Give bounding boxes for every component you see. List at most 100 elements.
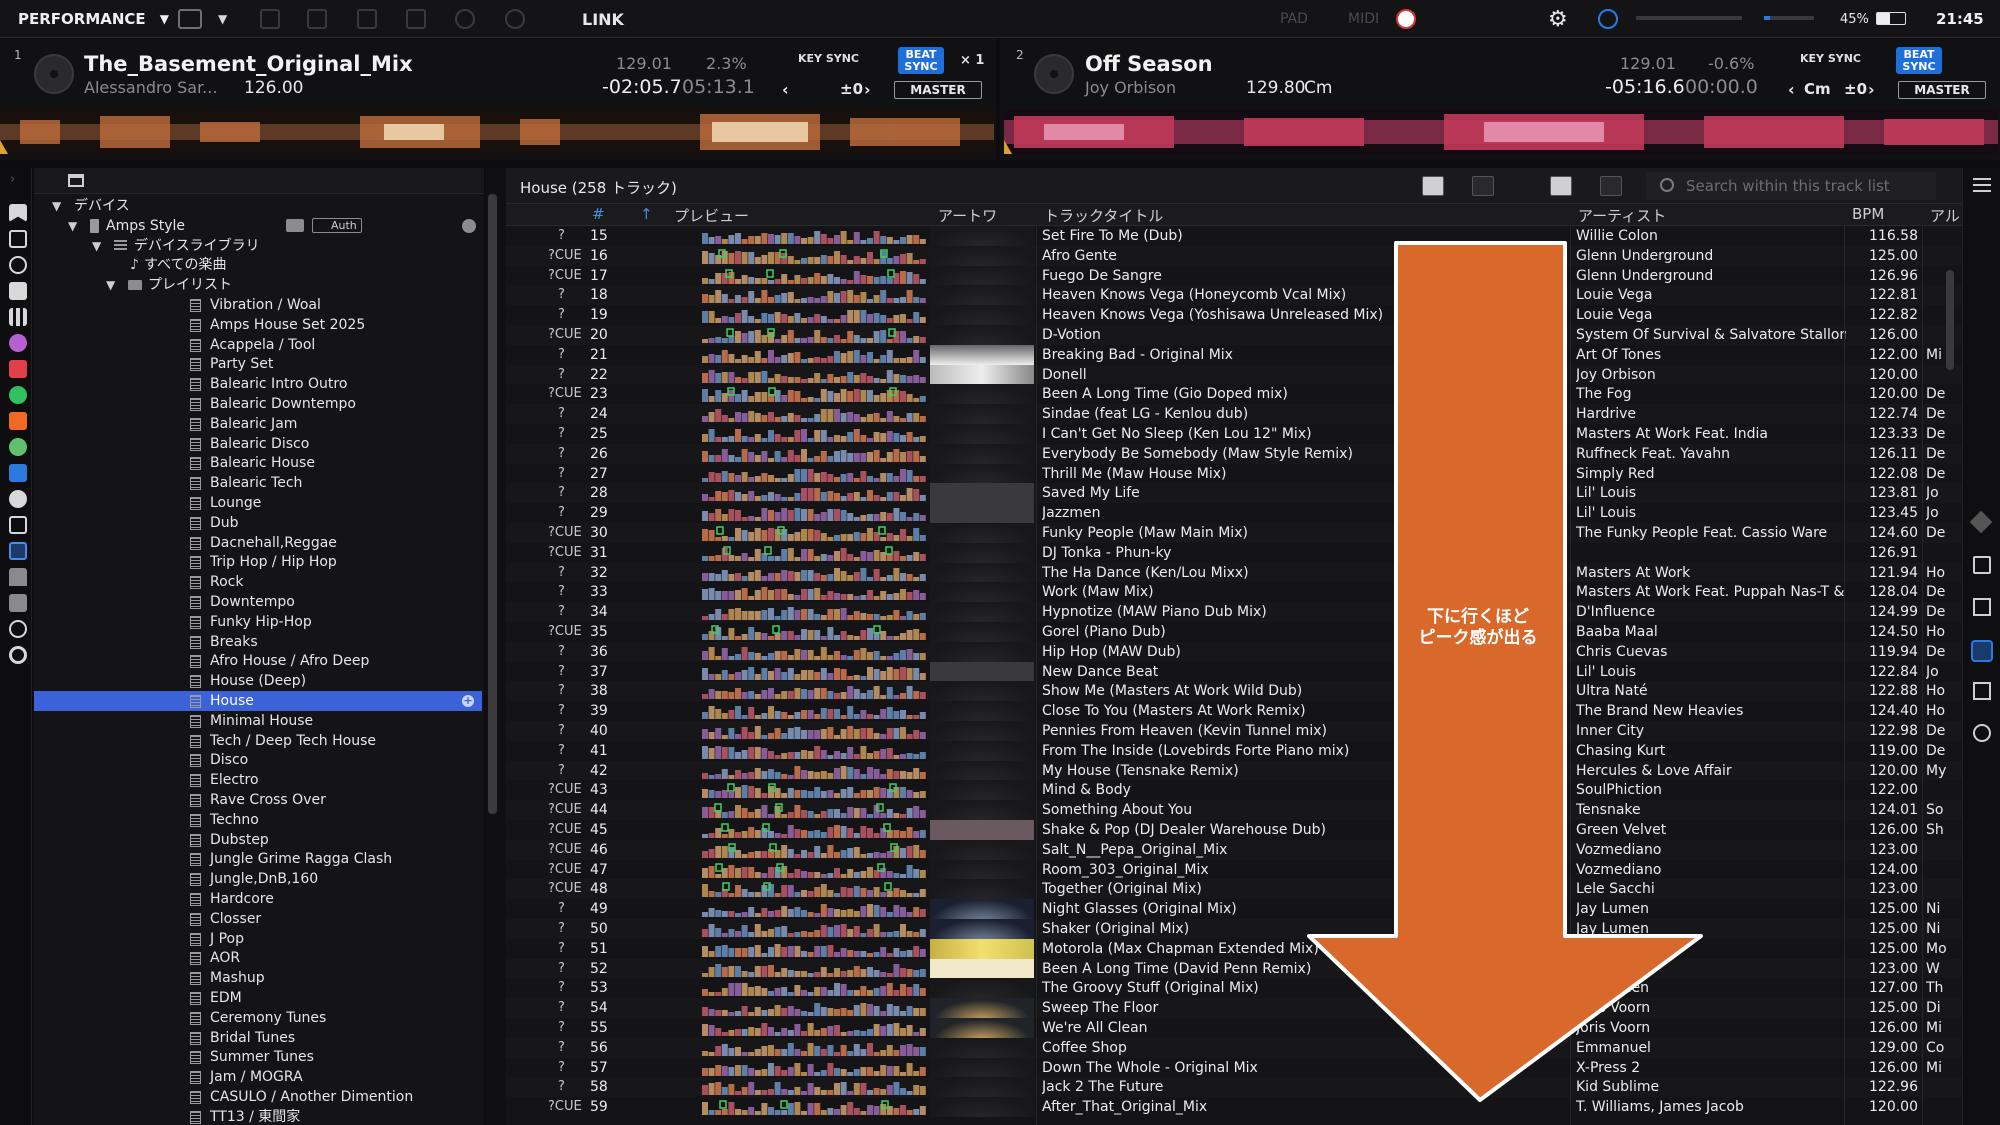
preview-waveform[interactable] — [702, 703, 928, 720]
track-row[interactable]: ? 15 Set Fire To Me (Dub) Willie Colon 116.5… — [506, 226, 1962, 246]
beatport-icon[interactable] — [9, 438, 27, 456]
track-row[interactable]: ? 25 I Can't Get No Sleep (Ken Lou 12" Mix… — [506, 424, 1962, 444]
playlist-item[interactable]: Hardcore — [34, 889, 482, 909]
panel-icon[interactable] — [1973, 682, 1991, 700]
track-row[interactable]: ? 38 Show Me (Masters At Work Wild Dub) Ult… — [506, 681, 1962, 702]
track-row[interactable]: ?CUE 16 Afro Gente Glenn Underground 125.00 — [506, 245, 1962, 266]
preview-waveform[interactable] — [702, 683, 928, 700]
track-row[interactable]: ? 24 Sindae (feat LG - Kenlou dub) Hardrive… — [506, 404, 1962, 424]
network-icon[interactable] — [9, 490, 27, 508]
preview-waveform[interactable] — [702, 1020, 928, 1036]
preview-waveform[interactable] — [702, 862, 928, 878]
playlist-item[interactable]: House (Deep) — [34, 671, 482, 691]
playlist-item[interactable]: Rock — [34, 572, 482, 592]
playlist-item[interactable]: House + — [34, 691, 482, 711]
key-up-icon[interactable]: › — [1868, 80, 1875, 99]
preview-waveform[interactable] — [702, 1099, 928, 1116]
playlist-item[interactable]: Techno — [34, 810, 482, 830]
search-input[interactable]: Search within this track list — [1646, 172, 1936, 200]
track-row[interactable]: ? 40 Pennies From Heaven (Kevin Tunnel mix… — [506, 721, 1962, 741]
playlist-item[interactable]: Balearic Jam — [34, 414, 482, 434]
eject-icon[interactable] — [462, 218, 476, 233]
col-number[interactable]: # — [592, 205, 605, 223]
sampler-icon[interactable] — [307, 9, 327, 29]
history-icon[interactable] — [9, 620, 27, 638]
jog-icon[interactable] — [1034, 54, 1074, 94]
preview-waveform[interactable] — [702, 664, 928, 680]
playlist-item[interactable]: Dacnehall,Reggae — [34, 533, 482, 553]
preview-waveform[interactable] — [702, 1040, 928, 1056]
track-row[interactable]: ? 54 Sweep The Floor Joris Voorn 125.00 Di — [506, 998, 1962, 1018]
expand-triangle-icon[interactable]: ▼ — [106, 275, 115, 295]
deck-1-waveform[interactable] — [0, 110, 994, 154]
playlist-item[interactable]: Ceremony Tunes — [34, 1008, 482, 1028]
deck-2-waveform[interactable] — [1004, 110, 1998, 154]
preview-waveform[interactable] — [702, 584, 928, 601]
preview-waveform[interactable] — [702, 763, 928, 779]
track-row[interactable]: ? 19 Heaven Knows Vega (Yoshisawa Unreleas… — [506, 305, 1962, 325]
track-row[interactable]: ?CUE 17 Fuego De Sangre Glenn Underground 12… — [506, 265, 1962, 286]
track-row[interactable]: ?CUE 59 After_That_Original_Mix T. Williams… — [506, 1097, 1962, 1117]
preview-waveform[interactable] — [702, 545, 928, 561]
playlist-icon[interactable] — [9, 282, 27, 300]
sort-ascending-icon[interactable]: ↑ — [640, 205, 653, 223]
playlist-item[interactable]: Balearic House — [34, 453, 482, 473]
playlist-item[interactable]: Downtempo — [34, 592, 482, 612]
preview-waveform[interactable] — [702, 901, 928, 918]
preview-waveform[interactable] — [702, 367, 928, 383]
track-row[interactable]: ?CUE 45 Shake & Pop (DJ Dealer Warehouse D… — [506, 820, 1962, 840]
track-row[interactable]: ? 55 We're All Clean Joris Voorn 126.00 Mi — [506, 1018, 1962, 1038]
tree-device-library[interactable]: ▼ デバイスライブラリ — [34, 236, 482, 256]
user-icon[interactable] — [505, 9, 525, 29]
collection-icon[interactable] — [9, 230, 27, 248]
link-button[interactable]: LINK — [582, 0, 624, 38]
preview-waveform[interactable] — [702, 782, 928, 799]
menu-icon[interactable] — [1973, 178, 1991, 192]
key-down-icon[interactable]: ‹ — [1788, 80, 1795, 99]
related-icon[interactable] — [1973, 598, 1991, 616]
monitor-icon[interactable] — [9, 516, 27, 534]
track-row[interactable]: ? 56 Coffee Shop Emmanuel 129.00 Co — [506, 1037, 1962, 1058]
playlist-item[interactable]: TT13 / 東間家 — [34, 1107, 482, 1125]
playlist-item[interactable]: Jungle,DnB,160 — [34, 869, 482, 889]
preview-waveform[interactable] — [702, 1079, 928, 1096]
grid-view-icon[interactable] — [9, 308, 27, 326]
preview-waveform[interactable] — [702, 327, 928, 343]
preview-waveform[interactable] — [702, 961, 928, 977]
preview-waveform[interactable] — [702, 980, 928, 997]
col-artist[interactable]: アーティスト — [1578, 205, 1666, 226]
preview-waveform[interactable] — [702, 1000, 928, 1017]
preview-waveform[interactable] — [702, 248, 928, 264]
device-icon[interactable] — [9, 542, 27, 560]
track-row[interactable]: ? 26 Everybody Be Somebody (Maw Style Remi… — [506, 443, 1962, 464]
track-row[interactable]: ? 34 Hypnotize (MAW Piano Dub Mix) D'Influe… — [506, 602, 1962, 622]
col-bpm[interactable]: BPM — [1852, 205, 1884, 223]
preview-waveform[interactable] — [702, 287, 928, 304]
tree-all-tracks[interactable]: ♪ すべての楽曲 — [34, 255, 482, 275]
beatsource-icon[interactable] — [9, 464, 27, 482]
track-row[interactable]: ? 58 Jack 2 The Future Kid Sublime 122.96 — [506, 1077, 1962, 1098]
track-row[interactable]: ? 51 Motorola (Max Chapman Extended Mix) Ci… — [506, 938, 1962, 959]
track-row[interactable]: ? 42 My House (Tensnake Remix) Hercules & L… — [506, 760, 1962, 781]
preview-waveform[interactable] — [702, 881, 928, 898]
playlist-item[interactable]: Balearic Downtempo — [34, 394, 482, 414]
preview-waveform[interactable] — [702, 624, 928, 640]
beat-sync-button[interactable]: BEAT SYNC — [898, 47, 944, 74]
lock-icon[interactable] — [9, 568, 27, 586]
track-row[interactable]: ? 36 Hip Hop (MAW Dub) Chris Cuevas 119.94 De — [506, 641, 1962, 662]
beat-sync-button[interactable]: BEAT SYNC — [1896, 47, 1942, 74]
expand-icon[interactable]: › — [10, 172, 15, 187]
track-list-scrollbar[interactable] — [1946, 270, 1954, 370]
column-view-button[interactable] — [1550, 176, 1572, 196]
key-sync-button[interactable]: KEY SYNC — [798, 52, 859, 65]
track-row[interactable]: ? 50 Shaker (Original Mix) Jay Lumen 125.00 N… — [506, 919, 1962, 939]
playlist-item[interactable]: Acappela / Tool — [34, 335, 482, 355]
col-title[interactable]: トラックタイトル — [1044, 205, 1163, 226]
playlist-item[interactable]: CASULO / Another Dimention — [34, 1087, 482, 1107]
preview-waveform[interactable] — [702, 485, 928, 502]
pad-button[interactable]: PAD — [1280, 0, 1308, 38]
link-icon[interactable] — [1973, 556, 1991, 574]
track-row[interactable]: ? 32 The Ha Dance (Ken/Lou Mixx) Masters At… — [506, 562, 1962, 583]
preview-waveform[interactable] — [702, 307, 928, 324]
tidal-icon[interactable] — [9, 334, 27, 352]
